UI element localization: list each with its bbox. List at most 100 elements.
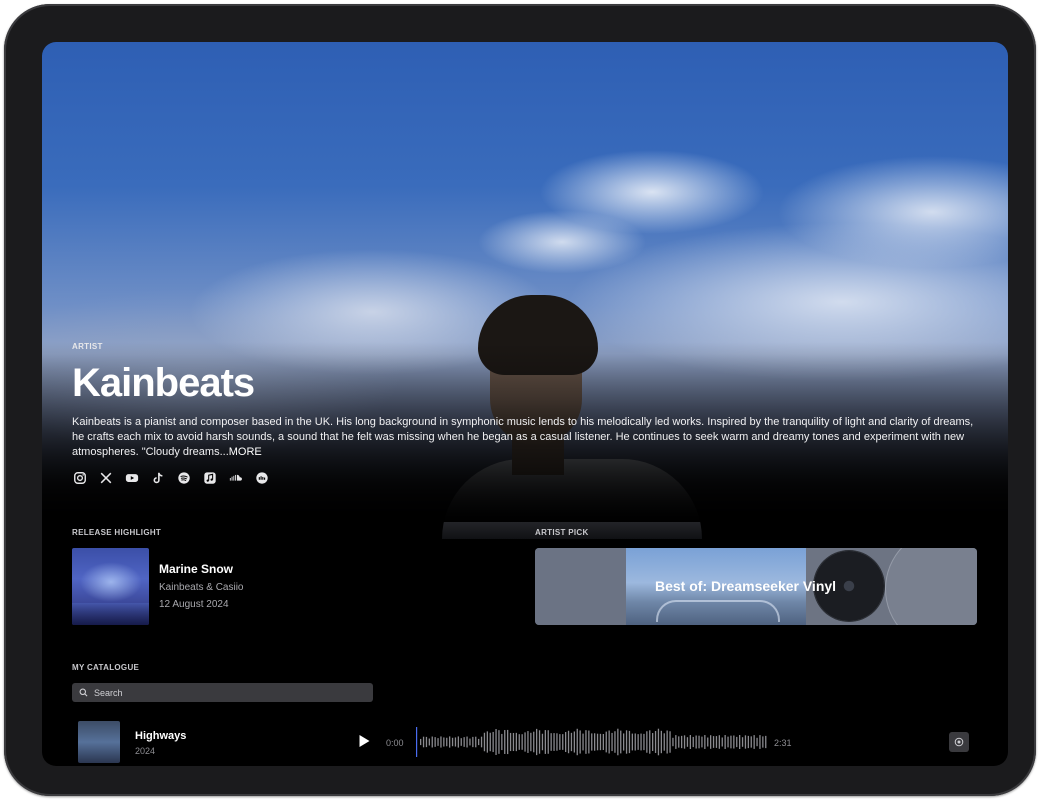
track-duration: 2:31 xyxy=(774,738,792,748)
release-highlight-card[interactable]: Marine Snow Kainbeats & Casiio 12 August… xyxy=(72,548,372,626)
waveform-bar xyxy=(533,731,535,753)
waveform-bar xyxy=(504,730,506,754)
waveform-bar xyxy=(689,735,691,749)
waveform-bar xyxy=(628,730,631,754)
artist-eyebrow: ARTIST xyxy=(72,342,103,351)
waveform-bar xyxy=(541,733,544,751)
apple-music-icon[interactable] xyxy=(202,470,218,486)
waveform-bar xyxy=(765,735,767,749)
waveform-bar xyxy=(625,730,628,754)
waveform-bar xyxy=(573,731,575,753)
waveform-bar xyxy=(451,737,454,747)
search-input[interactable] xyxy=(92,686,356,699)
youtube-icon[interactable] xyxy=(124,470,140,486)
waveform-bar xyxy=(602,734,604,750)
bio-more-link[interactable]: MORE xyxy=(229,446,262,458)
waveform-bar xyxy=(692,736,694,748)
release-artists: Kainbeats & Casiio xyxy=(159,582,244,593)
waveform-bar xyxy=(657,728,660,756)
waveform-bar xyxy=(521,734,523,750)
waveform-bar xyxy=(440,736,442,748)
waveform-bar xyxy=(707,737,709,747)
waveform-bar xyxy=(596,733,599,751)
waveform-bar xyxy=(434,737,436,747)
waveform-bar xyxy=(730,735,732,749)
waveform-bar xyxy=(753,735,755,749)
track-current-time: 0:00 xyxy=(386,738,404,748)
waveform-bar xyxy=(585,730,587,754)
waveform-bar xyxy=(498,730,500,754)
waveform-bar xyxy=(637,734,639,750)
waveform-bar xyxy=(443,737,445,747)
playhead xyxy=(416,727,418,757)
waveform-bar xyxy=(718,735,720,749)
waveform-bar xyxy=(588,730,590,754)
waveform-bar xyxy=(643,733,645,751)
waveform-bar xyxy=(530,732,532,752)
waveform-bar xyxy=(710,735,712,749)
waveform-bar xyxy=(646,731,648,753)
release-highlight-label: RELEASE HIGHLIGHT xyxy=(72,528,162,537)
waveform-bar xyxy=(478,738,480,746)
waveform-bar xyxy=(631,733,633,751)
track-waveform[interactable] xyxy=(416,727,768,757)
artist-pick-title: Best of: Dreamseeker Vinyl xyxy=(655,578,837,594)
waveform-bar xyxy=(536,728,538,756)
deezer-icon[interactable] xyxy=(254,470,270,486)
tiktok-icon[interactable] xyxy=(150,470,166,486)
waveform-bar xyxy=(733,735,735,749)
waveform-bar xyxy=(422,736,425,748)
waveform-bar xyxy=(672,737,674,747)
screen: ARTIST Kainbeats Kainbeats is a pianist … xyxy=(42,42,1008,766)
catalogue-search[interactable] xyxy=(72,683,373,702)
waveform-bar xyxy=(605,731,607,753)
waveform-bar xyxy=(556,733,558,751)
waveform-bar xyxy=(559,734,561,750)
waveform-bar xyxy=(623,733,625,751)
waveform-bar xyxy=(762,736,764,748)
release-artwork xyxy=(72,548,149,625)
waveform-bar xyxy=(512,732,515,752)
artist-bio: Kainbeats is a pianist and composer base… xyxy=(72,415,982,460)
waveform-bar xyxy=(495,729,497,755)
waveform-bar xyxy=(466,736,468,748)
waveform-bar xyxy=(446,737,448,747)
waveform-bar xyxy=(686,737,689,747)
instagram-icon[interactable] xyxy=(72,470,88,486)
waveform-bar xyxy=(724,735,726,749)
waveform-bar xyxy=(538,730,541,754)
waveform-bar xyxy=(652,733,654,751)
waveform-bar xyxy=(608,730,610,754)
waveform-bar xyxy=(579,730,581,754)
waveform-bar xyxy=(712,736,715,748)
spotify-icon[interactable] xyxy=(176,470,192,486)
waveform-bar xyxy=(704,735,706,749)
waveform-bar xyxy=(663,733,665,751)
waveform-bar xyxy=(460,738,462,746)
track-year: 2024 xyxy=(135,746,156,756)
waveform-bar xyxy=(565,731,567,753)
waveform-bar xyxy=(420,738,422,746)
waveform-bar xyxy=(634,733,636,751)
waveform-bar xyxy=(669,731,671,753)
waveform-bar xyxy=(721,737,723,747)
track-title: Highways xyxy=(135,730,187,742)
soundcloud-icon[interactable] xyxy=(228,470,244,486)
waveform-bar xyxy=(463,737,465,747)
track-row[interactable]: Highways 2024 0:00 2:31 xyxy=(78,721,978,765)
waveform-bar xyxy=(483,732,486,752)
waveform-bar xyxy=(492,731,494,753)
waveform-bar xyxy=(747,735,749,749)
waveform-bar xyxy=(425,736,428,748)
waveform-bar xyxy=(544,730,546,754)
waveform-bar xyxy=(701,736,703,748)
artist-pick-card[interactable]: Best of: Dreamseeker Vinyl xyxy=(535,548,977,625)
track-options-button[interactable] xyxy=(949,732,969,752)
waveform-bar xyxy=(547,730,549,754)
x-icon[interactable] xyxy=(98,470,114,486)
waveform-bar xyxy=(678,736,680,748)
play-icon[interactable] xyxy=(356,733,372,749)
tablet-frame: ARTIST Kainbeats Kainbeats is a pianist … xyxy=(4,4,1036,796)
waveform-bar xyxy=(750,736,752,748)
catalogue-label: MY CATALOGUE xyxy=(72,663,140,672)
